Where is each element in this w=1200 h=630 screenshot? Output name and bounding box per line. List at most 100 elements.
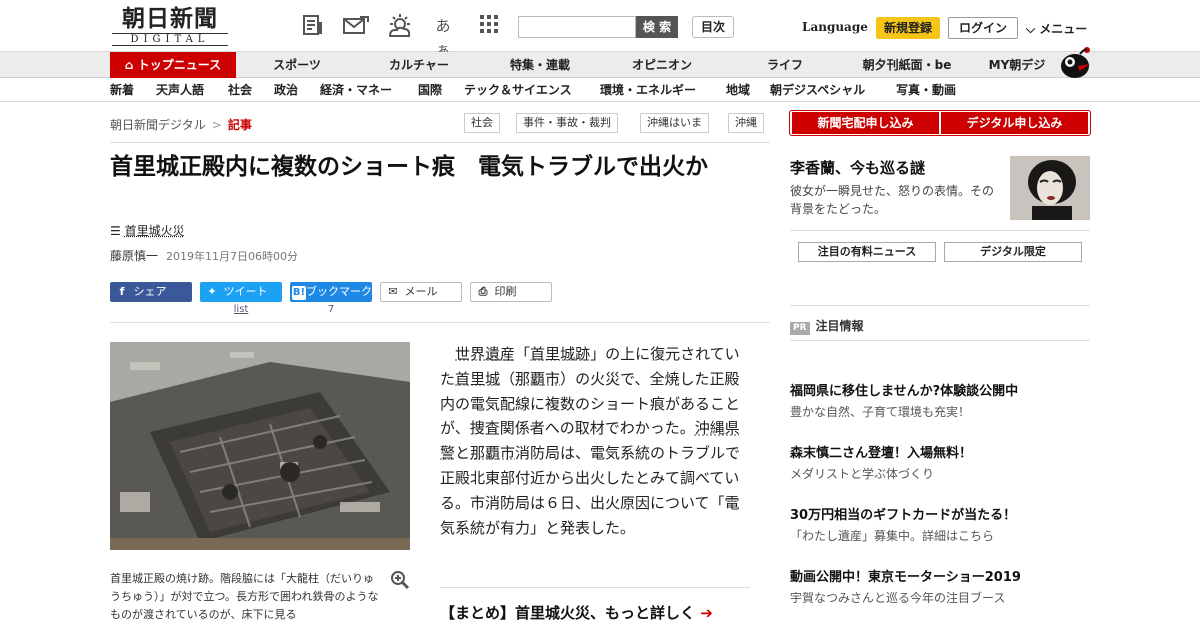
nav-latest[interactable]: 新着 [110, 78, 134, 102]
logo-kanji: 朝日新聞 [122, 5, 218, 32]
nav-culture[interactable]: カルチャー [380, 52, 458, 78]
weather-icon[interactable] [386, 14, 412, 38]
divider [790, 340, 1090, 341]
feature-photo[interactable] [1010, 156, 1090, 220]
facebook-share-button[interactable]: f シェア [110, 282, 192, 302]
nav-region[interactable]: 地域 [726, 78, 750, 102]
nav-features[interactable]: 特集・連載 [500, 52, 580, 78]
logo-digital: DIGITAL [112, 33, 228, 46]
pr-item-sub: 豊かな自然、子育て環境も充実！ [790, 405, 971, 419]
author: 藤原慎一 [110, 249, 159, 263]
nav-special[interactable]: 朝デジスペシャル [770, 78, 865, 102]
nav-international[interactable]: 国際 [418, 78, 442, 102]
zoom-icon[interactable] [390, 570, 410, 590]
body-text [440, 345, 455, 363]
photo-caption: 首里城正殿の焼け跡。階段脇には「大龍柱（だいりゅうちゅう）」が対で立つ。長方形で… [110, 572, 379, 621]
topic-link[interactable]: ☰ 首里城火災 [110, 222, 185, 239]
mail-icon: ✉ [388, 285, 398, 298]
keyword-link[interactable]: 世界遺産 [455, 345, 515, 363]
breadcrumb-home[interactable]: 朝日新聞デジタル [110, 118, 206, 132]
tag-incidents[interactable]: 事件・事故・裁判 [516, 113, 618, 133]
nav-sports[interactable]: スポーツ [262, 52, 332, 78]
pr-badge: PR [790, 322, 810, 335]
pr-item-sub: 宇賀なつみさんと巡る今年の注目ブース [790, 591, 1006, 605]
breadcrumb-separator: > [211, 118, 222, 132]
facebook-icon: f [119, 285, 125, 298]
keyword-link[interactable]: 首里城 [455, 370, 500, 388]
topic-label: 首里城火災 [124, 224, 185, 238]
printer-icon: ⎙ [478, 285, 488, 298]
language-link[interactable]: Language [802, 20, 868, 34]
feature-title[interactable]: 李香蘭、今も巡る謎 [790, 157, 925, 178]
secondary-nav: 新着 天声人語 社会 政治 経済・マネー 国際 テック＆サイエンス 環境・エネル… [0, 78, 1200, 102]
divider [790, 230, 1090, 231]
breadcrumb: 朝日新聞デジタル > 記事 [110, 116, 252, 133]
subscribe-digital-button[interactable]: デジタル申し込み [941, 112, 1088, 134]
print-button[interactable]: ⎙ 印刷 [470, 282, 552, 302]
keyword-link[interactable]: 那覇市 [470, 444, 515, 462]
email-icon[interactable] [342, 14, 369, 38]
nav-politics[interactable]: 政治 [274, 78, 298, 102]
search-input[interactable] [518, 16, 636, 38]
keyword-link[interactable]: 那覇市 [515, 370, 560, 388]
hatena-icon: B! [292, 286, 306, 300]
tag-society[interactable]: 社会 [464, 113, 500, 133]
mascot-image[interactable] [1058, 44, 1092, 78]
nav-opinion[interactable]: オピニオン [622, 52, 702, 78]
nav-economy[interactable]: 経済・マネー [320, 78, 392, 102]
nav-environment[interactable]: 環境・エネルギー [600, 78, 696, 102]
site-header: 朝日新聞 DIGITAL あぁ 検 索 目次 Language 新規登録 ログイ… [0, 0, 1200, 59]
newspaper-icon[interactable] [300, 14, 326, 38]
pr-item-title[interactable]: 動画公開中！東京モーターショー2019 [790, 566, 1021, 585]
pr-heading: PR 注目情報 [790, 317, 864, 335]
share-label: 印刷 [494, 285, 517, 298]
summary-label: 【まとめ】首里城火災、もっと詳しく [440, 604, 696, 622]
mail-share-button[interactable]: ✉ メール [380, 282, 462, 302]
article-title: 首里城正殿内に複数のショート痕 電気トラブルで出火か [110, 154, 708, 180]
nav-top-news[interactable]: ⌂ トップニュース [110, 52, 236, 78]
nav-tenseijingo[interactable]: 天声人語 [156, 78, 204, 102]
related-summary-link[interactable]: 【まとめ】首里城火災、もっと詳しく ➔ [440, 602, 713, 623]
asahi-logo[interactable]: 朝日新聞 DIGITAL [112, 6, 228, 46]
keyword-link[interactable]: 首里城 [530, 345, 575, 363]
twitter-icon: ✦ [207, 285, 217, 298]
divider [790, 305, 1090, 306]
register-button[interactable]: 新規登録 [876, 17, 940, 39]
body-text: と [455, 444, 471, 463]
keyword-link[interactable]: 跡 [575, 345, 590, 363]
search-button[interactable]: 検 索 [636, 16, 678, 38]
nav-photo-video[interactable]: 写真・動画 [896, 78, 956, 102]
article-photo[interactable] [110, 342, 410, 550]
grid-menu-icon[interactable] [476, 14, 502, 38]
pr-item-title[interactable]: 30万円相当のギフトカードが当たる！ [790, 504, 1016, 523]
share-label: ツイート [223, 285, 268, 298]
twitter-share-button[interactable]: ✦ ツイート [200, 282, 282, 302]
hatena-count[interactable]: 7 [290, 304, 372, 315]
pr-item-title[interactable]: 森末慎二さん登壇！入場無料！ [790, 442, 972, 461]
pr-item-sub: 「わたし遺産」募集中。詳細はこちら [790, 529, 995, 543]
hatena-bookmark-button[interactable]: B!ブックマーク [290, 282, 372, 302]
pr-item-sub: メダリストと学ぶ体づくり [790, 467, 935, 481]
pr-item-title[interactable]: 福岡県に移住しませんか?体験談公開中 [790, 380, 1018, 399]
tag-okinawa[interactable]: 沖縄 [728, 113, 764, 133]
menu-button[interactable]: ⌵ メニュー [1026, 20, 1087, 37]
nav-paper[interactable]: 朝夕刊紙面・be [856, 52, 958, 78]
breadcrumb-current: 記事 [227, 118, 252, 132]
pr-title: 注目情報 [815, 319, 864, 333]
share-label: メール [404, 285, 438, 298]
login-button[interactable]: ログイン [948, 17, 1018, 39]
menu-label: メニュー [1039, 22, 1088, 36]
digital-only-button[interactable]: デジタル限定 [944, 242, 1082, 262]
paid-news-button[interactable]: 注目の有料ニュース [798, 242, 936, 262]
nav-my-asadigi[interactable]: MY朝デジ [982, 52, 1052, 78]
nav-tech-science[interactable]: テック＆サイエンス [464, 78, 572, 102]
divider [110, 322, 770, 323]
article-body: 世界遺産「首里城跡」の上に復元されていた首里城（那覇市）の火災で、全焼した正殿内… [440, 342, 750, 540]
twitter-count[interactable]: list [200, 304, 282, 315]
tag-okinawa-now[interactable]: 沖縄はいま [640, 113, 709, 133]
subscribe-paper-button[interactable]: 新聞宅配申し込み [792, 112, 939, 134]
nav-society[interactable]: 社会 [228, 78, 252, 102]
nav-life[interactable]: ライフ [756, 52, 814, 78]
contents-button[interactable]: 目次 [692, 16, 734, 38]
font-size-icon[interactable]: あぁ [430, 14, 456, 59]
